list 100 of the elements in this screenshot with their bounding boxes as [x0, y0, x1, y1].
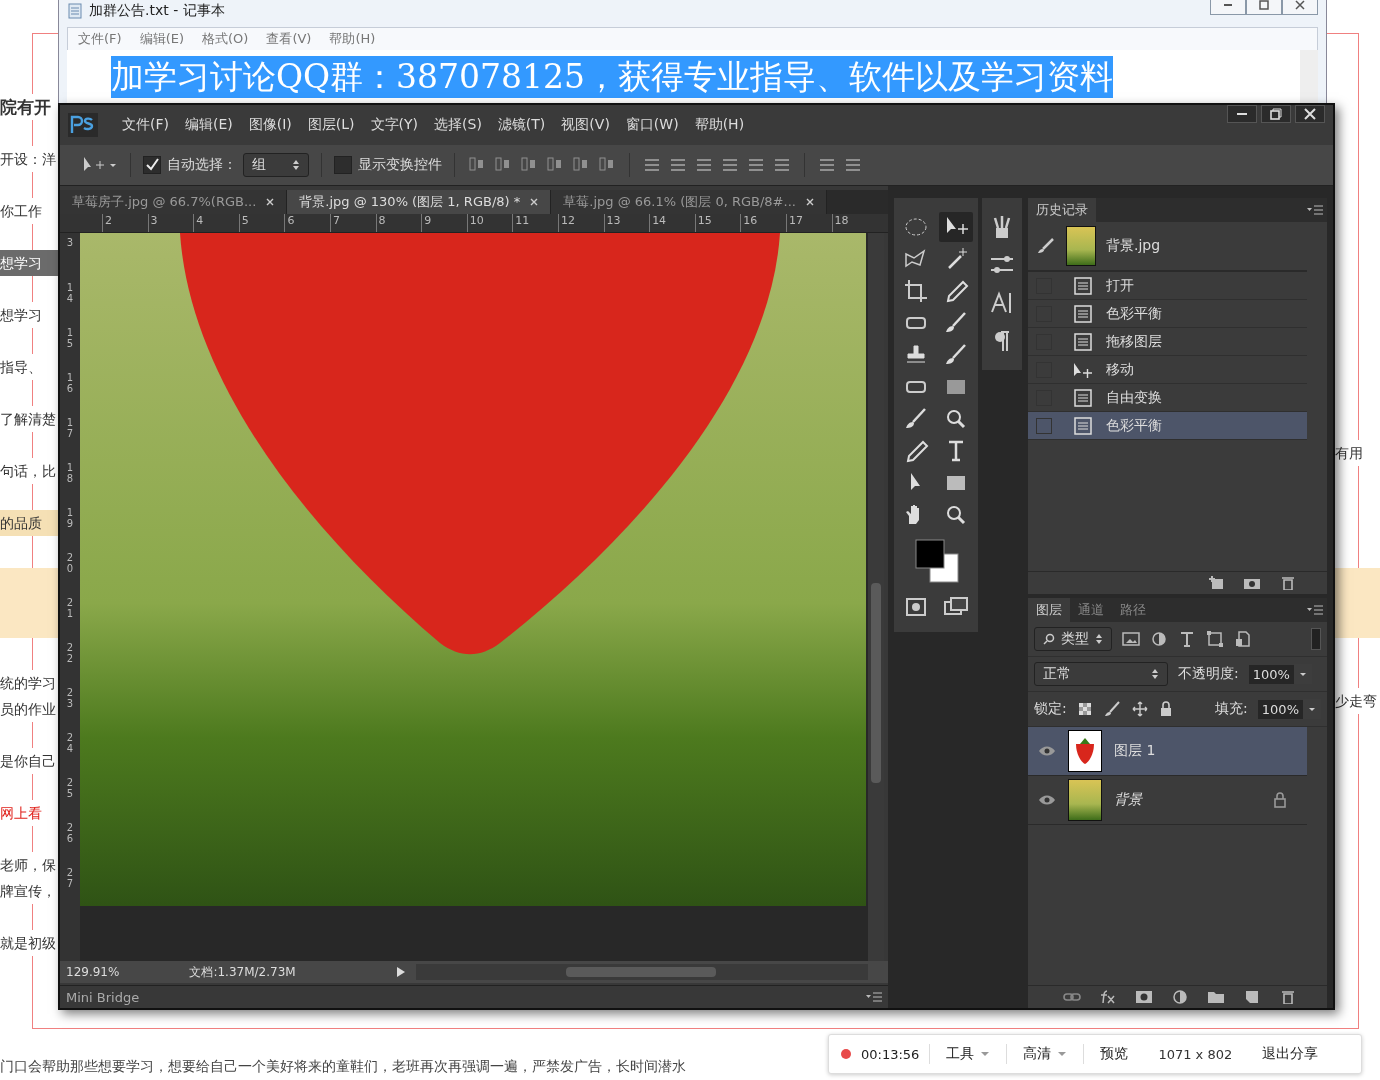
menu-item[interactable]: 帮助(H)	[694, 116, 745, 134]
smart-object-filter-icon[interactable]	[1234, 631, 1252, 647]
mask-icon[interactable]	[1135, 990, 1153, 1004]
layer-row[interactable]: 背景	[1028, 776, 1307, 825]
document-tab[interactable]: 草莓.jpg @ 66.1% (图层 0, RGB/8#...	[551, 190, 827, 214]
tools-menu[interactable]: 工具	[940, 1045, 997, 1063]
image-thumbnail	[1068, 779, 1102, 821]
history-item[interactable]: 色彩平衡	[1028, 412, 1307, 440]
document-icon	[1072, 388, 1094, 407]
updown-arrow-icon	[1095, 633, 1103, 645]
filter-toggle[interactable]	[1311, 628, 1321, 650]
move-icon[interactable]	[939, 212, 973, 242]
effects-icon[interactable]	[1099, 990, 1117, 1004]
ruler-number: 16	[66, 372, 74, 396]
document-tab[interactable]: 背景.jpg @ 130% (图层 1, RGB/8) *	[287, 190, 552, 214]
lock-icon[interactable]	[1158, 701, 1173, 717]
panel-menu-icon[interactable]	[866, 992, 882, 1002]
menu-item[interactable]: 文字(Y)	[370, 116, 419, 134]
type-filter-icon[interactable]	[1178, 631, 1196, 647]
close-button[interactable]	[1282, 0, 1318, 15]
panel-tab[interactable]: Mini Bridge	[66, 989, 140, 1005]
menu-item[interactable]: 图像(I)	[248, 116, 292, 134]
maximize-button[interactable]	[1246, 0, 1282, 15]
trash-icon[interactable]	[1279, 990, 1297, 1004]
ruler-number: 26	[66, 822, 74, 846]
history-item[interactable]: 打开	[1028, 272, 1307, 300]
eye-icon[interactable]	[1038, 745, 1056, 757]
history-snapshot[interactable]: 背景.jpg	[1028, 222, 1307, 272]
lock-pixels-icon[interactable]	[1076, 701, 1093, 717]
menu-item[interactable]: 滤镜(T)	[497, 116, 546, 134]
image-filter-icon[interactable]	[1122, 631, 1140, 647]
menu-item[interactable]: 窗口(W)	[625, 116, 679, 134]
play-icon[interactable]	[395, 966, 406, 978]
folder-icon[interactable]	[1207, 990, 1225, 1004]
document-icon	[1072, 304, 1094, 323]
ruler-number: 20	[66, 552, 74, 576]
ruler-number: 9	[421, 214, 467, 232]
document-tab[interactable]: 草莓房子.jpg @ 66.7%(RGB...	[60, 190, 288, 214]
document-icon	[1072, 276, 1094, 295]
exit-share-button[interactable]: 退出分享	[1256, 1045, 1325, 1063]
history-item[interactable]: 色彩平衡	[1028, 300, 1307, 328]
shape-filter-icon[interactable]	[1206, 631, 1224, 647]
close-icon[interactable]	[530, 198, 539, 206]
panel-tab[interactable]: 图层	[1028, 598, 1070, 622]
blend-mode-dropdown[interactable]: 正常	[1034, 662, 1168, 686]
close-icon[interactable]	[805, 198, 814, 206]
ruler-number: 3	[66, 237, 74, 250]
eye-icon[interactable]	[1038, 794, 1056, 806]
updown-arrow-icon	[292, 159, 300, 171]
minimize-button[interactable]	[1210, 0, 1246, 15]
menu-item[interactable]: 编辑(E)	[185, 116, 233, 134]
quality-menu[interactable]: 高清	[1017, 1045, 1074, 1063]
adjustment-filter-icon[interactable]	[1150, 631, 1168, 647]
menu-item[interactable]: 查看(V)	[266, 30, 312, 48]
checkbox[interactable]	[143, 156, 161, 174]
document-icon	[1072, 416, 1094, 435]
history-item[interactable]: 移动	[1028, 356, 1307, 384]
new-document-icon[interactable]	[1207, 576, 1225, 590]
minimize-icon	[1224, 4, 1232, 6]
menu-item[interactable]: 选择(S)	[434, 116, 482, 134]
select-dropdown[interactable]: 组	[243, 153, 309, 177]
panel-menu-icon[interactable]	[1307, 605, 1323, 615]
close-button[interactable]	[1295, 105, 1325, 123]
minimize-button[interactable]	[1227, 105, 1257, 123]
adjustment-icon[interactable]	[1171, 990, 1189, 1004]
menu-item[interactable]: 编辑(E)	[139, 30, 184, 48]
filter-dropdown[interactable]: 类型	[1034, 627, 1112, 651]
scrollbar[interactable]	[1300, 50, 1318, 104]
checkbox[interactable]	[334, 156, 352, 174]
close-icon[interactable]	[266, 198, 275, 206]
page-text: 少走弯	[1335, 688, 1377, 714]
layer-row[interactable]: 图层 1	[1028, 727, 1307, 776]
ruler-number: 2	[102, 214, 148, 232]
document-size: 文档:1.37M/2.73M	[189, 963, 296, 981]
menu-item[interactable]: 图层(L)	[307, 116, 355, 134]
menu-item[interactable]: 文件(F)	[78, 30, 122, 48]
history-item[interactable]: 拖移图层	[1028, 328, 1307, 356]
camera-icon[interactable]	[1243, 576, 1261, 590]
updown-arrow-icon	[1151, 668, 1159, 680]
minimize-icon	[1237, 113, 1247, 115]
link-icon[interactable]	[1063, 990, 1081, 1004]
menu-item[interactable]: 视图(V)	[561, 116, 610, 134]
panel-menu-icon[interactable]	[1307, 205, 1323, 215]
fill-field[interactable]: 100%	[1257, 699, 1303, 719]
ruler-number: 5	[238, 214, 285, 232]
trash-icon[interactable]	[1279, 576, 1297, 590]
brush-icon[interactable]	[1102, 701, 1121, 717]
scrollbar[interactable]	[415, 964, 868, 980]
menu-item[interactable]: 帮助(H)	[329, 30, 376, 48]
close-icon	[1304, 108, 1316, 120]
new-layer-icon[interactable]	[1243, 990, 1261, 1004]
menu-item[interactable]: 格式(O)	[202, 30, 249, 48]
restore-button[interactable]	[1261, 105, 1291, 123]
panel-tab[interactable]: 历史记录	[1028, 198, 1096, 222]
move-arrows-icon[interactable]	[1130, 701, 1149, 717]
preview-button[interactable]: 预览	[1094, 1045, 1135, 1063]
menu-item[interactable]: 文件(F)	[122, 116, 169, 134]
lock-label: 锁定:	[1034, 700, 1067, 718]
opacity-field[interactable]: 100%	[1248, 664, 1294, 684]
ruler-number: 16	[740, 214, 786, 232]
